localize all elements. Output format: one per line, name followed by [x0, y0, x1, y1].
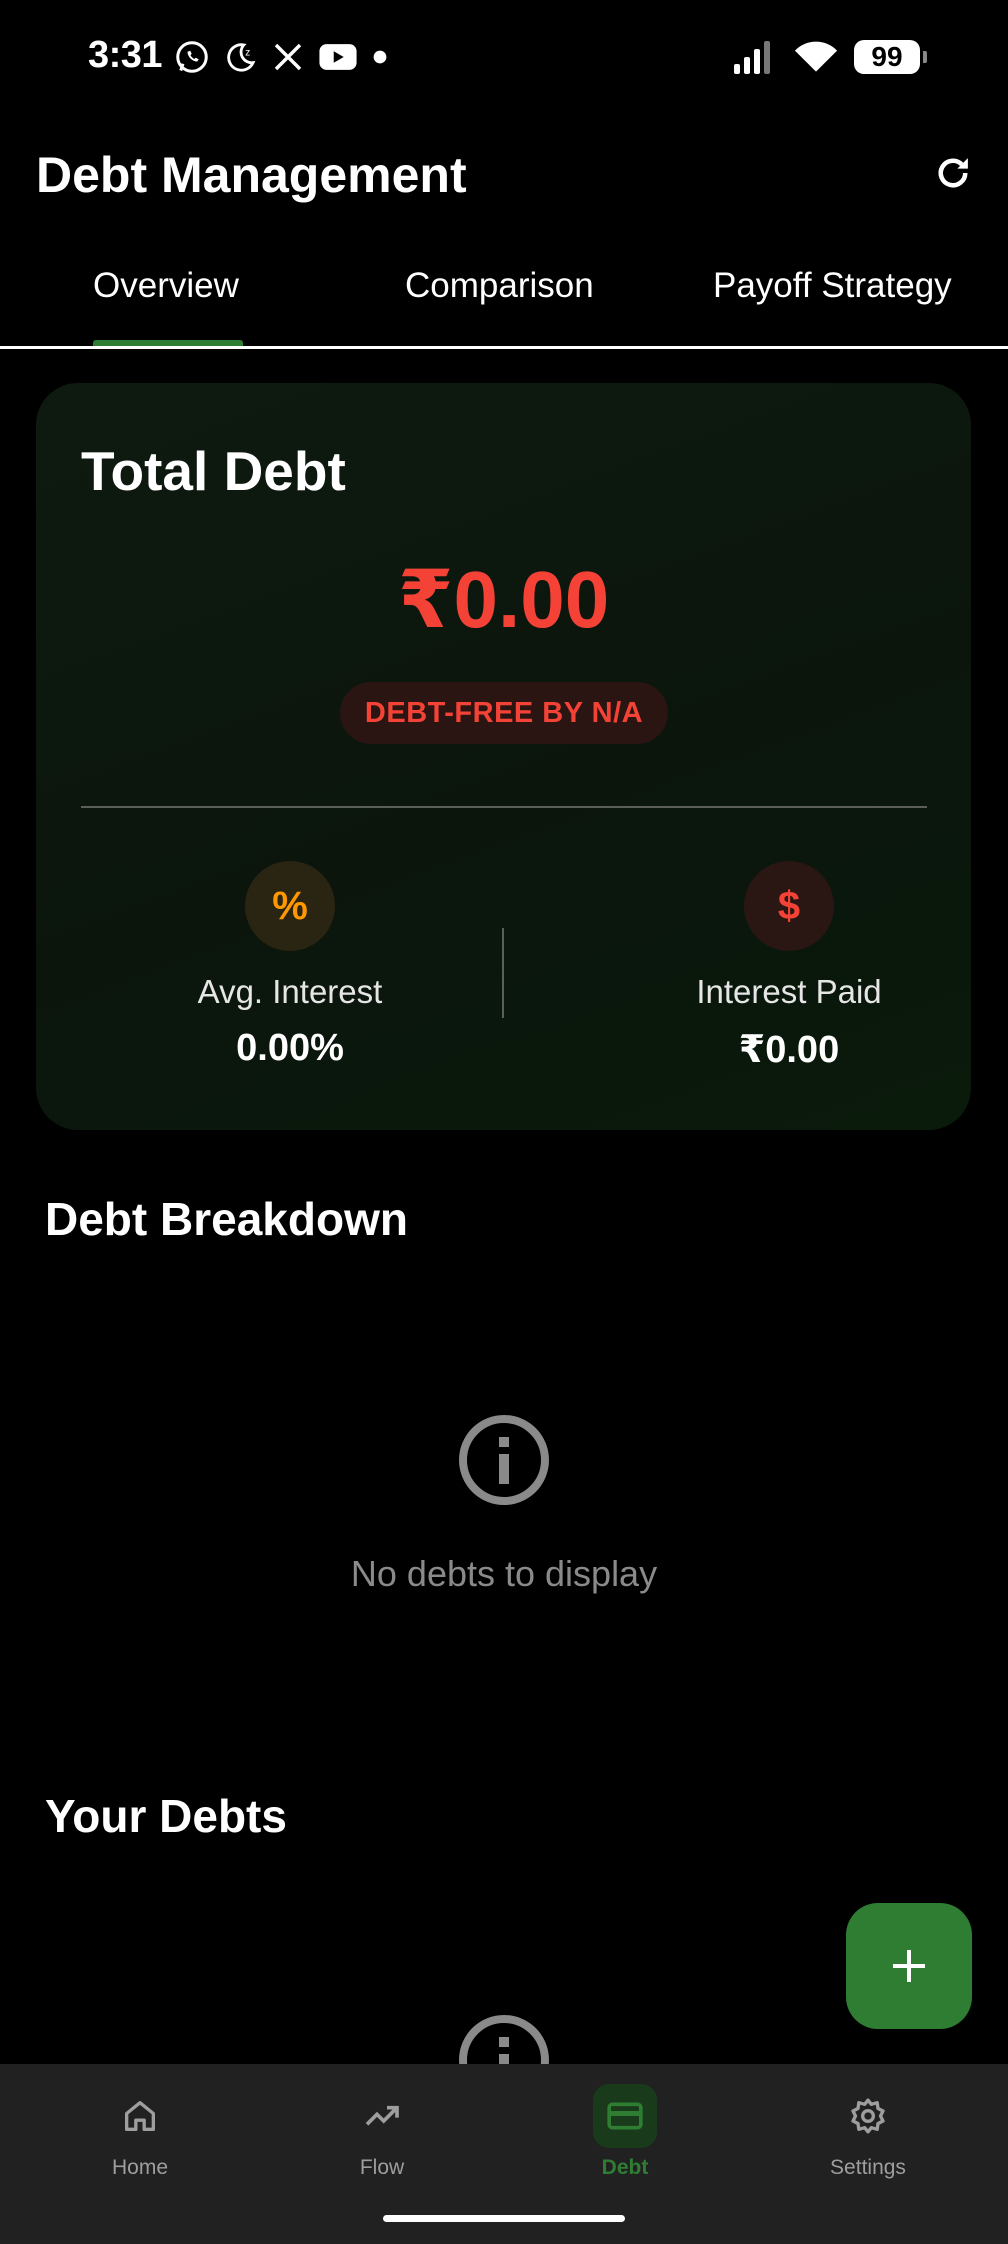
plus-icon — [893, 1950, 925, 1982]
battery-icon: 99 — [854, 40, 927, 74]
debt-free-badge: DEBT-FREE BY N/A — [340, 682, 668, 744]
avg-interest-stat: % Avg. Interest 0.00% — [90, 861, 490, 1070]
tab-payoff-strategy[interactable]: Payoff Strategy — [713, 266, 952, 306]
youtube-icon — [319, 44, 357, 70]
interest-paid-stat: $ Interest Paid ₹0.00 — [589, 861, 989, 1072]
your-debts-title: Your Debts — [45, 1790, 287, 1842]
credit-card-icon — [607, 2102, 643, 2130]
active-tab-indicator — [93, 340, 243, 346]
whatsapp-icon — [176, 41, 208, 73]
gear-icon — [851, 2098, 885, 2134]
tab-comparison[interactable]: Comparison — [405, 266, 594, 306]
nav-label-flow: Flow — [359, 2156, 405, 2179]
total-debt-amount: ₹0.00 — [397, 555, 610, 644]
add-debt-button[interactable] — [846, 1903, 972, 2029]
tab-overview[interactable]: Overview — [93, 266, 239, 306]
x-icon — [274, 43, 302, 71]
notification-icons: z — [174, 36, 388, 78]
total-debt-card: Total Debt ₹0.00 DEBT-FREE BY N/A % Avg.… — [36, 383, 971, 1130]
nav-item-settings[interactable]: Settings — [788, 2084, 948, 2180]
dollar-icon: $ — [744, 861, 834, 951]
nav-item-flow[interactable]: Flow — [302, 2084, 462, 2180]
svg-text:z: z — [245, 48, 250, 59]
info-icon — [459, 1415, 549, 1505]
tab-bar: Overview Comparison Payoff Strategy — [0, 250, 1008, 349]
nav-label-home: Home — [111, 2156, 169, 2179]
refresh-icon — [938, 158, 968, 188]
nav-label-debt: Debt — [601, 2156, 649, 2179]
card-title: Total Debt — [81, 440, 346, 502]
card-divider — [81, 806, 927, 808]
interest-paid-label: Interest Paid — [696, 973, 882, 1010]
home-indicator[interactable] — [383, 2215, 625, 2222]
status-time: 3:31 — [88, 34, 163, 76]
wifi-icon — [794, 41, 838, 72]
refresh-button[interactable] — [928, 148, 978, 198]
nav-item-home[interactable]: Home — [60, 2084, 220, 2180]
system-icons: 99 — [734, 36, 927, 78]
nav-label-settings: Settings — [830, 2156, 906, 2179]
signal-icon — [734, 41, 770, 74]
do-not-disturb-icon: z — [227, 43, 256, 72]
avg-interest-label: Avg. Interest — [197, 973, 383, 1010]
avg-interest-value: 0.00% — [236, 1027, 344, 1069]
dot-icon — [373, 50, 387, 64]
stat-divider — [502, 928, 504, 1018]
nav-item-debt[interactable]: Debt — [545, 2084, 705, 2180]
percent-icon: % — [245, 861, 335, 951]
interest-paid-value: ₹0.00 — [738, 1029, 840, 1071]
trending-up-icon — [365, 2105, 399, 2126]
home-icon — [125, 2101, 155, 2131]
status-bar: 3:31 z 99 — [0, 0, 1008, 115]
empty-state-text: No debts to display — [350, 1553, 658, 1594]
page-title: Debt Management — [36, 147, 467, 203]
debt-breakdown-title: Debt Breakdown — [45, 1193, 408, 1245]
